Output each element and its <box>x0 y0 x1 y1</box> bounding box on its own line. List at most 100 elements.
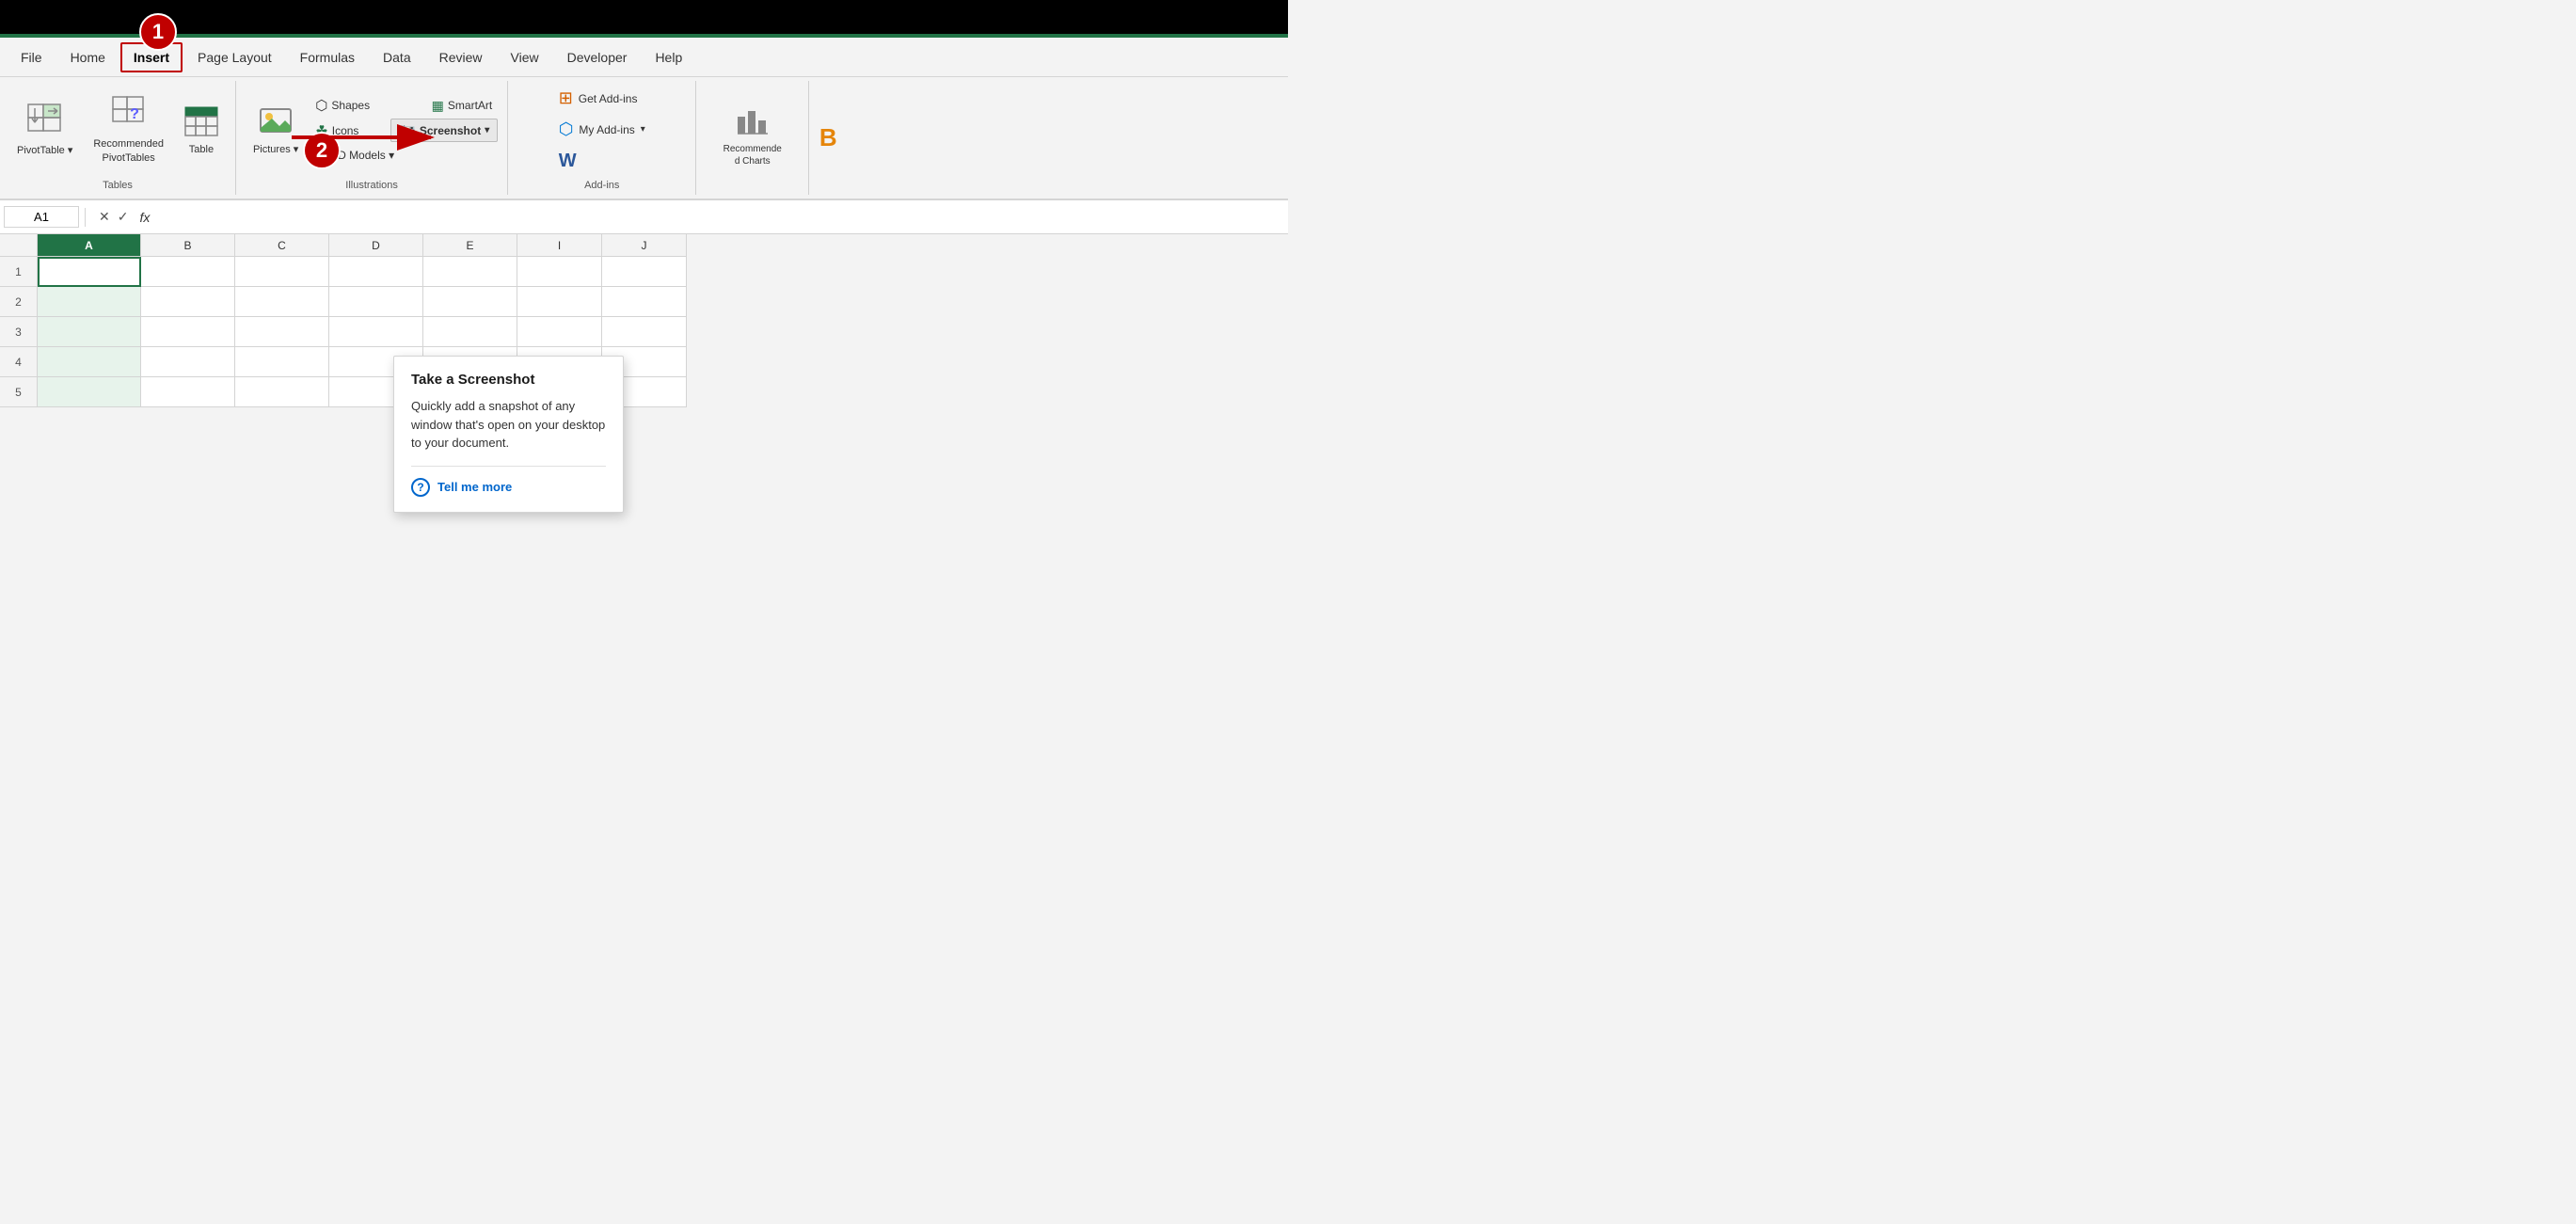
cell-e3[interactable] <box>423 317 517 347</box>
fx-label: fx <box>135 210 153 225</box>
grid-row-2: 2 <box>0 287 1288 317</box>
illustrations-group-label: Illustrations <box>345 176 398 191</box>
cell-b3[interactable] <box>141 317 235 347</box>
cell-a4[interactable] <box>38 347 141 377</box>
cell-b5[interactable] <box>141 377 235 407</box>
cell-j1[interactable] <box>602 257 687 287</box>
table-icon <box>184 106 218 141</box>
title-bar <box>0 0 1288 34</box>
my-addins-icon: ⬡ <box>559 119 574 139</box>
col-header-a[interactable]: A <box>38 234 141 257</box>
row-num-3: 3 <box>0 317 38 347</box>
tab-developer[interactable]: Developer <box>554 42 641 72</box>
ribbon-toolbar: PivotTable ▾ ? Recommended <box>0 77 1288 200</box>
tooltip-title: Take a Screenshot <box>411 372 606 388</box>
tab-page-layout[interactable]: Page Layout <box>184 42 285 72</box>
cell-e1[interactable] <box>423 257 517 287</box>
tooltip-description: Quickly add a snapshot of any window tha… <box>411 397 606 453</box>
cell-e2[interactable] <box>423 287 517 317</box>
cell-c5[interactable] <box>235 377 329 407</box>
addins-group-label: Add-ins <box>584 176 619 191</box>
cell-a1[interactable] <box>38 257 141 287</box>
col-header-c[interactable]: C <box>235 234 329 257</box>
column-headers: A B C D E I J <box>0 234 1288 257</box>
word-icon: W <box>559 151 577 172</box>
row-num-4: 4 <box>0 347 38 377</box>
grid-row-3: 3 <box>0 317 1288 347</box>
formula-bar: ✕ ✓ fx <box>0 200 1288 234</box>
cell-c3[interactable] <box>235 317 329 347</box>
cancel-icon[interactable]: ✕ <box>99 209 110 225</box>
tab-file[interactable]: File <box>8 42 56 72</box>
table-button[interactable]: Table <box>177 103 226 159</box>
col-header-i[interactable]: I <box>517 234 602 257</box>
help-circle-icon: ? <box>411 478 430 497</box>
col-header-b[interactable]: B <box>141 234 235 257</box>
cell-a5[interactable] <box>38 377 141 407</box>
row-num-2: 2 <box>0 287 38 317</box>
get-addins-icon: ⊞ <box>559 88 573 108</box>
tab-formulas[interactable]: Formulas <box>287 42 368 72</box>
tab-view[interactable]: View <box>498 42 552 72</box>
ribbon-tabs: File Home Insert Page Layout Formulas Da… <box>0 38 1288 77</box>
svg-text:?: ? <box>130 106 139 122</box>
tables-group: PivotTable ▾ ? Recommended <box>0 81 236 195</box>
recommended-pivottables-button[interactable]: ? Recommended PivotTables <box>86 92 171 168</box>
instruction-arrow <box>292 119 442 156</box>
cell-reference-input[interactable] <box>4 206 79 228</box>
grid-row-5: 5 <box>0 377 1288 407</box>
recommended-charts-icon <box>736 105 770 140</box>
tables-group-label: Tables <box>103 176 133 191</box>
get-addins-button[interactable]: ⊞ Get Add-ins <box>551 85 645 112</box>
cell-j3[interactable] <box>602 317 687 347</box>
shapes-icon: ⬡ <box>315 97 327 114</box>
bing-button[interactable]: B <box>809 81 847 195</box>
col-header-e[interactable]: E <box>423 234 517 257</box>
screenshot-tooltip: Take a Screenshot Quickly add a snapshot… <box>393 356 624 513</box>
recommended-charts-button[interactable]: Recommende d Charts <box>716 102 789 171</box>
cell-i3[interactable] <box>517 317 602 347</box>
cell-i2[interactable] <box>517 287 602 317</box>
pictures-icon <box>259 105 293 140</box>
smartart-icon: ▦ <box>432 98 444 114</box>
col-header-d[interactable]: D <box>329 234 423 257</box>
cell-j2[interactable] <box>602 287 687 317</box>
charts-group: Recommende d Charts <box>696 81 809 195</box>
cell-b1[interactable] <box>141 257 235 287</box>
cell-a3[interactable] <box>38 317 141 347</box>
cell-i1[interactable] <box>517 257 602 287</box>
formula-icons: ✕ ✓ fx <box>91 209 161 225</box>
tab-review[interactable]: Review <box>426 42 496 72</box>
tell-me-more-link[interactable]: ? Tell me more <box>411 478 606 497</box>
cell-c2[interactable] <box>235 287 329 317</box>
cell-a2[interactable] <box>38 287 141 317</box>
tab-home[interactable]: Home <box>57 42 119 72</box>
word-addin-button[interactable]: W <box>551 147 584 176</box>
formula-input[interactable] <box>165 206 1284 229</box>
grid-row-1: 1 <box>0 257 1288 287</box>
cell-d1[interactable] <box>329 257 423 287</box>
cell-d2[interactable] <box>329 287 423 317</box>
cell-b4[interactable] <box>141 347 235 377</box>
addins-group: ⊞ Get Add-ins ⬡ My Add-ins ▾ W Add-ins <box>508 81 696 195</box>
row-num-1: 1 <box>0 257 38 287</box>
my-addins-button[interactable]: ⬡ My Add-ins ▾ <box>551 116 653 143</box>
cell-c4[interactable] <box>235 347 329 377</box>
tab-data[interactable]: Data <box>370 42 424 72</box>
tab-help[interactable]: Help <box>642 42 695 72</box>
shapes-button[interactable]: ⬡ Shapes <box>310 94 375 117</box>
bing-icon: B <box>819 123 837 152</box>
grid-row-4: 4 <box>0 347 1288 377</box>
cell-d3[interactable] <box>329 317 423 347</box>
confirm-icon[interactable]: ✓ <box>118 209 129 225</box>
pivot-table-icon <box>27 103 63 141</box>
smartart-button[interactable]: ▦ SmartArt <box>426 95 499 117</box>
pivot-table-button[interactable]: PivotTable ▾ <box>9 100 80 161</box>
cell-c1[interactable] <box>235 257 329 287</box>
formula-bar-separator <box>85 208 86 227</box>
recommended-pivottables-icon: ? <box>112 96 146 135</box>
step-1-badge: 1 <box>139 13 177 51</box>
cell-b2[interactable] <box>141 287 235 317</box>
col-header-j[interactable]: J <box>602 234 687 257</box>
spreadsheet: A B C D E I J 1 2 3 <box>0 234 1288 407</box>
